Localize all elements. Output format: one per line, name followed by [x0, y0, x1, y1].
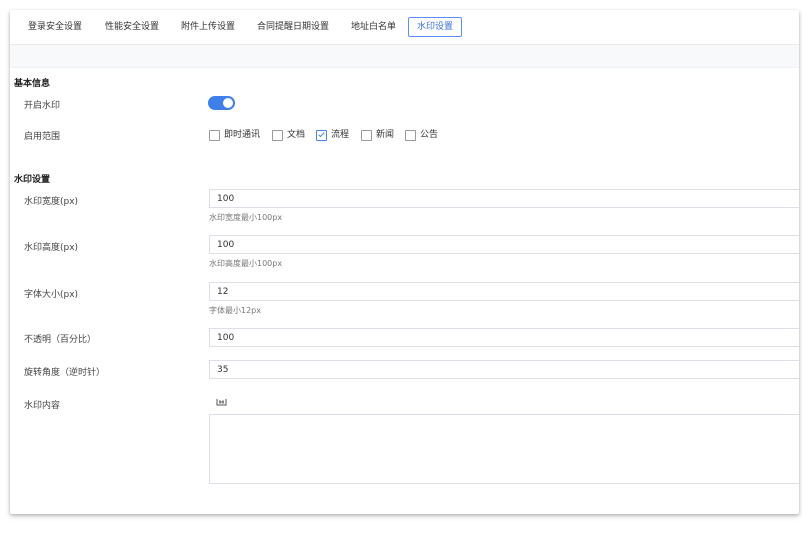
tab-address-whitelist[interactable]: 地址白名单 [351, 18, 396, 36]
watermark-width-input[interactable]: 100 [209, 189, 799, 208]
font-size-value: 12 [217, 287, 229, 297]
watermark-height-hint: 水印高度最小100px [209, 259, 283, 268]
enable-watermark-toggle[interactable] [208, 96, 235, 110]
checkbox-im[interactable] [209, 130, 220, 141]
scope-label: 启用范围 [24, 132, 61, 142]
tab-watermark[interactable]: 水印设置 [408, 17, 463, 37]
scope-option-news-label: 新闻 [376, 130, 395, 140]
enable-watermark-label: 开启水印 [24, 101, 61, 111]
watermark-width-label: 水印宽度(px) [24, 197, 79, 207]
watermark-settings-title: 水印设置 [14, 175, 51, 185]
checkbox-workflow[interactable] [316, 130, 327, 141]
scope-option-workflow-label: 流程 [331, 130, 350, 140]
watermark-content-label: 水印内容 [24, 401, 61, 411]
rotation-label: 旋转角度（逆时针） [24, 368, 106, 378]
watermark-content-textarea[interactable] [209, 414, 799, 484]
settings-tabs: 登录安全设置 性能安全设置 附件上传设置 合同提醒日期设置 地址白名单 水印设置 [10, 10, 799, 45]
font-size-input[interactable]: 12 [209, 282, 799, 301]
tab-contract-reminder[interactable]: 合同提醒日期设置 [257, 18, 329, 36]
scope-option-doc-label: 文档 [287, 130, 306, 140]
tab-attachment-upload[interactable]: 附件上传设置 [181, 18, 235, 36]
checkbox-notice[interactable] [405, 130, 416, 141]
toggle-knob [223, 98, 233, 108]
font-size-label: 字体大小(px) [24, 290, 79, 300]
basic-info-title: 基本信息 [14, 79, 51, 89]
watermark-height-value: 100 [217, 240, 235, 250]
watermark-width-value: 100 [217, 194, 235, 204]
font-size-hint: 字体最小12px [209, 306, 261, 315]
checkbox-news[interactable] [361, 130, 372, 141]
opacity-label: 不透明（百分比） [24, 335, 97, 345]
opacity-value: 100 [217, 333, 235, 343]
scope-option-notice-label: 公告 [420, 130, 439, 140]
watermark-width-hint: 水印宽度最小100px [209, 213, 283, 222]
scope-option-im-label: 即时通讯 [224, 130, 261, 140]
rotation-input[interactable]: 35 [209, 360, 799, 379]
scope-options: 即时通讯 文档 流程 新闻 公告 [209, 129, 469, 143]
rotation-value: 35 [217, 365, 229, 375]
watermark-height-input[interactable]: 100 [209, 235, 799, 254]
checkbox-doc[interactable] [272, 130, 283, 141]
tab-login-security[interactable]: 登录安全设置 [28, 18, 82, 36]
settings-panel: 登录安全设置 性能安全设置 附件上传设置 合同提醒日期设置 地址白名单 水印设置… [10, 10, 799, 514]
sub-toolbar [10, 45, 799, 68]
watermark-height-label: 水印高度(px) [24, 243, 79, 253]
tab-performance-security[interactable]: 性能安全设置 [105, 18, 159, 36]
opacity-input[interactable]: 100 [209, 328, 799, 347]
insert-variable-icon[interactable] [216, 397, 227, 411]
